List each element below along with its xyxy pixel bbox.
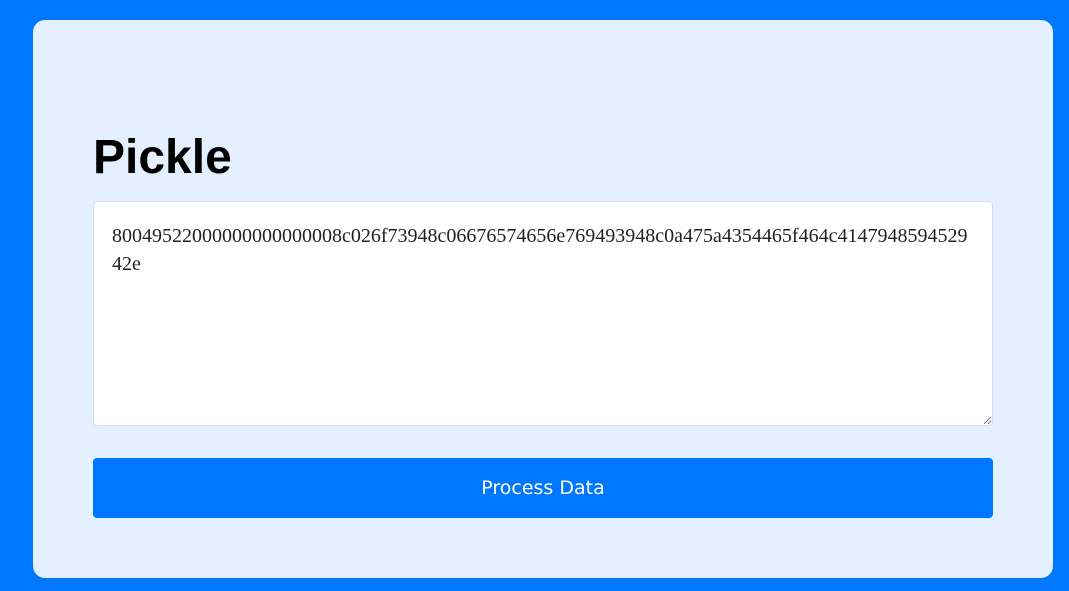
process-data-button[interactable]: Process Data xyxy=(93,458,993,518)
page-title: Pickle xyxy=(93,131,232,184)
main-card: Pickle Process Data xyxy=(33,20,1053,578)
data-input-textarea[interactable] xyxy=(93,201,993,426)
data-input-container xyxy=(93,201,993,426)
